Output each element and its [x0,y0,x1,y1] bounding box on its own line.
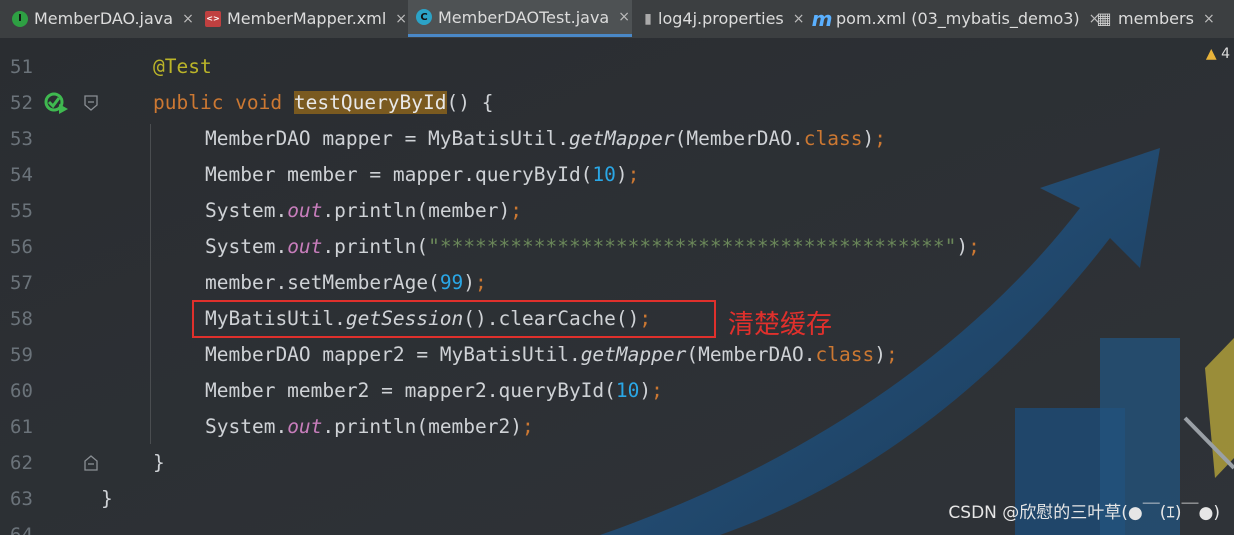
fold-icon[interactable] [84,95,98,111]
code-line-60: Member member2 = mapper2.queryById(10); [205,379,663,402]
close-icon[interactable]: × [618,9,630,25]
code-editor[interactable]: 51 52 53 54 55 56 57 58 59 60 61 62 63 6… [0,38,1234,535]
line-number: 54 [10,164,33,186]
line-number: 59 [10,344,33,366]
maven-icon: m [811,6,833,31]
warning-indicator[interactable]: ▲ 4 [1206,46,1230,62]
fold-end-icon[interactable] [84,455,98,471]
tab-label: MemberDAOTest.java [438,7,610,27]
code-area[interactable]: @Test public void testQueryById() { Memb… [101,38,1234,535]
interface-icon: I [12,10,28,27]
warning-icon: ▲ [1205,46,1217,62]
code-line-51: @Test [153,55,212,78]
close-icon[interactable]: × [395,11,407,27]
xml-file-icon: <> [205,10,221,27]
code-line-62: } [153,451,165,474]
watermark: CSDN @欣慰的三叶草(●￣(ｴ)￣●) [948,503,1220,523]
properties-icon: ▮ [644,10,652,27]
warning-count: 4 [1221,46,1230,62]
tab-label: log4j.properties [658,9,784,28]
tab-label: MemberDAO.java [34,9,174,28]
line-number-gutter: 51 52 53 54 55 56 57 58 59 60 61 62 63 6… [0,38,104,535]
run-test-icon[interactable] [44,92,70,114]
close-icon[interactable]: × [793,11,805,27]
code-line-55: System.out.println(member); [205,199,523,222]
code-line-61: System.out.println(member2); [205,415,534,438]
tab-log4j-properties[interactable]: ▮ log4j.properties × [632,0,808,37]
test-class-icon: C [416,9,432,25]
line-number: 62 [10,452,33,474]
line-number: 64 [10,524,33,535]
line-number: 60 [10,380,33,402]
tab-label: members [1118,9,1194,28]
method-name-highlight: testQueryById [293,91,447,114]
line-number: 56 [10,236,33,258]
line-number: 51 [10,56,33,78]
code-line-53: MemberDAO mapper = MyBatisUtil.getMapper… [205,127,886,150]
code-line-59: MemberDAO mapper2 = MyBatisUtil.getMappe… [205,343,898,366]
code-line-52: public void testQueryById() { [153,91,494,114]
tab-memberdaotest-java[interactable]: C MemberDAOTest.java × [408,0,632,37]
line-number: 57 [10,272,33,294]
line-number: 61 [10,416,33,438]
code-line-56: System.out.println("********************… [205,235,980,258]
line-number: 58 [10,308,33,330]
line-number: 55 [10,200,33,222]
code-line-54: Member member = mapper.queryById(10); [205,163,640,186]
highlight-box [192,300,716,338]
tab-membermapper-xml[interactable]: <> MemberMapper.xml × [197,0,408,37]
code-line-63: } [101,487,113,510]
close-icon[interactable]: × [1203,11,1215,27]
table-icon: ▦ [1096,9,1112,28]
tab-members-table[interactable]: ▦ members × [1090,0,1234,37]
tab-label: pom.xml (03_mybatis_demo3) [836,9,1080,28]
line-number: 52 [10,92,33,114]
tab-label: MemberMapper.xml [227,9,387,28]
code-line-57: member.setMemberAge(99); [205,271,487,294]
tab-memberdao-java[interactable]: I MemberDAO.java × [0,0,197,37]
close-icon[interactable]: × [182,11,194,27]
tab-pom-xml[interactable]: m pom.xml (03_mybatis_demo3) × [808,0,1101,37]
annotation-note: 清楚缓存 [728,310,833,340]
line-number: 63 [10,488,33,510]
editor-tab-bar: I MemberDAO.java × <> MemberMapper.xml ×… [0,0,1234,39]
line-number: 53 [10,128,33,150]
